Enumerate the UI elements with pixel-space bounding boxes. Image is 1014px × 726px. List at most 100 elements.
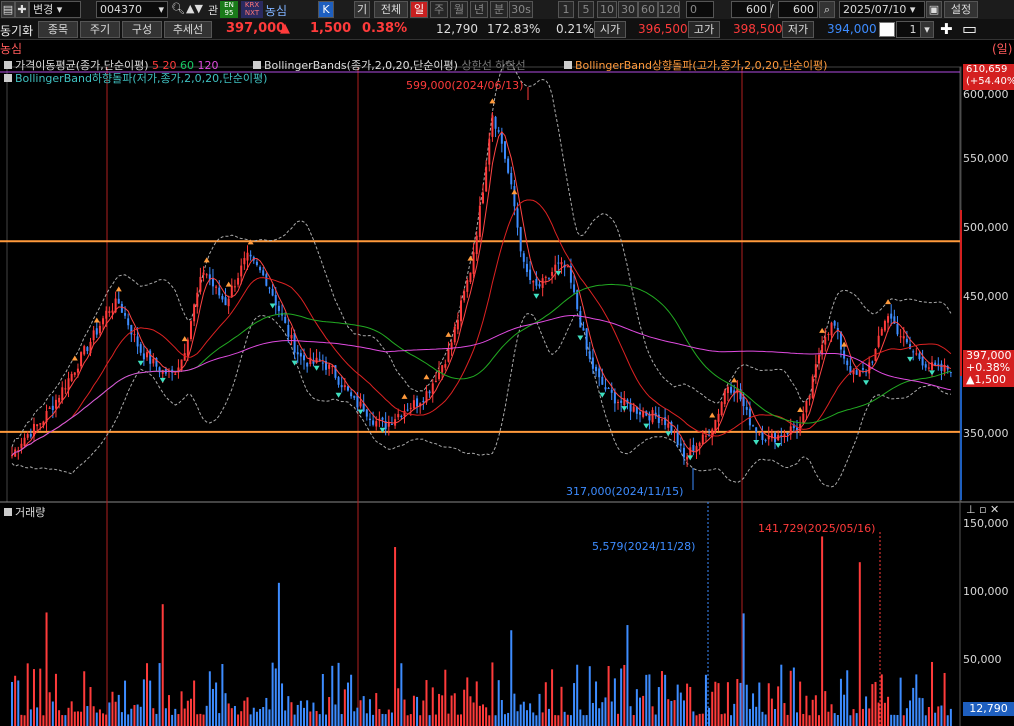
volume-bar — [400, 663, 403, 726]
interval-120[interactable]: 120 — [658, 1, 680, 18]
tab-30s[interactable]: 30s — [509, 1, 533, 18]
candle-body — [117, 298, 120, 304]
volume-bar — [259, 708, 262, 726]
slash: / — [770, 2, 774, 15]
settings-button[interactable]: 설정 — [944, 1, 978, 18]
candle-body — [604, 387, 607, 390]
tab-day[interactable]: 일 — [410, 1, 428, 18]
candle-body — [742, 396, 745, 407]
gi-button[interactable]: 기 — [354, 1, 370, 18]
add-icon[interactable]: ✚ — [940, 20, 953, 38]
candle-body — [617, 401, 620, 403]
view-count-input[interactable]: 600 — [731, 1, 771, 18]
fav-label[interactable]: 관 — [208, 2, 218, 18]
bb-down-legend-label: BollingerBand하향돌파(저가,종가,2,0,20,단순이평) — [15, 72, 268, 85]
interval-5[interactable]: 5 — [578, 1, 594, 18]
tab-period[interactable]: 주기 — [80, 21, 120, 38]
krx-nxt-badge[interactable]: KRX NXT — [241, 1, 263, 18]
candle-body — [277, 305, 280, 312]
volume-bar — [582, 715, 585, 726]
volume-bar — [488, 715, 491, 726]
volume-bar — [943, 672, 946, 726]
volume-bar — [949, 708, 952, 726]
bb-up-signal-icon — [797, 407, 804, 413]
candle-body — [924, 364, 927, 368]
candle-body — [660, 419, 663, 421]
volume-bar — [648, 674, 651, 726]
volume-bar — [472, 702, 475, 726]
interval-30[interactable]: 30 — [618, 1, 638, 18]
interval-1[interactable]: 1 — [558, 1, 574, 18]
volume-bar — [805, 695, 808, 726]
mode-select[interactable]: 변경 ▾ — [29, 1, 81, 18]
tick-600000: 600,000 — [963, 88, 1009, 101]
open-price: 396,500 — [638, 22, 688, 36]
volume-bar — [698, 713, 701, 726]
candle-body — [111, 310, 114, 313]
custom-interval-input[interactable]: 0 — [686, 1, 714, 18]
volume-bar — [387, 709, 390, 726]
bb-down-legend[interactable]: BollingerBand하향돌파(저가,종가,2,0,20,단순이평) — [4, 70, 267, 86]
volume-bar — [211, 688, 214, 726]
bb-legend[interactable]: BollingerBands(종가,2,0,20,단순이평) 상한선 하한선 — [253, 57, 526, 73]
all-button[interactable]: 전체 — [374, 1, 408, 18]
candle-body — [412, 400, 415, 409]
volume-bar — [623, 664, 626, 726]
tab-year[interactable]: 년 — [470, 1, 488, 18]
candle-body — [695, 446, 698, 452]
volume-bar — [340, 714, 343, 726]
volume-bar — [893, 714, 896, 726]
volume-bar — [792, 667, 795, 726]
candle-body — [529, 269, 532, 281]
color-swatch[interactable] — [879, 22, 895, 37]
candle-body — [246, 252, 249, 261]
dropdown-icon[interactable]: ▾ — [920, 21, 934, 38]
tab-trendline[interactable]: 추세선 — [164, 21, 212, 38]
candle-body — [211, 278, 214, 287]
save-icon[interactable]: ▣ — [926, 1, 942, 18]
candle-body — [11, 455, 13, 457]
candle-body — [544, 276, 547, 278]
panel-controls-icon[interactable]: ⊥ ▫ ✕ — [966, 503, 999, 516]
legend-box-icon — [564, 61, 572, 69]
chart-canvas[interactable] — [0, 40, 1014, 726]
k-button[interactable]: K — [318, 1, 334, 18]
volume-bar — [861, 708, 864, 726]
tab-compose[interactable]: 구성 — [122, 21, 162, 38]
candle-body — [321, 362, 324, 364]
volume-bar — [287, 696, 290, 726]
tab-month[interactable]: 월 — [450, 1, 468, 18]
candle-body — [218, 287, 221, 296]
candle-body — [353, 395, 356, 398]
zoom-icon[interactable]: ⌕ — [819, 1, 835, 18]
volume-bar — [161, 604, 164, 726]
date-input[interactable]: 2025/07/10 ▾ — [839, 1, 925, 18]
candle-body — [525, 263, 528, 273]
top-price-tag: 610,659 (+54.40%) — [963, 64, 1014, 90]
interval-60[interactable]: 60 — [638, 1, 658, 18]
bb-down-signal-icon — [907, 356, 914, 362]
total-count-input[interactable]: 600 — [778, 1, 818, 18]
tab-stock[interactable]: 종목 — [38, 21, 78, 38]
search-icon[interactable]: 🔍︎ — [171, 2, 185, 15]
candle-body — [720, 401, 723, 416]
stock-code-input[interactable]: 004370 ▾ — [96, 1, 168, 18]
tab-minute[interactable]: 분 — [490, 1, 508, 18]
bb-up-legend[interactable]: BollingerBand상향돌파(고가,종가,2,0,20,단순이평) — [564, 57, 827, 73]
volume-bar — [240, 711, 243, 726]
candle-body — [20, 443, 23, 449]
tab-week[interactable]: 주 — [430, 1, 448, 18]
interval-10[interactable]: 10 — [597, 1, 617, 18]
ma60-line — [11, 283, 952, 456]
volume-bar — [233, 705, 236, 726]
candle-body — [861, 368, 864, 370]
expand-icon[interactable]: ✚ — [15, 1, 29, 18]
collapse-icon[interactable]: ▤ — [1, 1, 15, 18]
volume-bar — [453, 693, 456, 726]
candle-body — [547, 277, 550, 279]
candle-body — [613, 391, 616, 404]
prev-next-icon[interactable]: ▲▼ — [186, 2, 203, 15]
volume-legend[interactable]: 거래량 — [4, 504, 45, 520]
window-icon[interactable]: ▭ — [962, 19, 977, 38]
candle-body — [318, 359, 321, 361]
